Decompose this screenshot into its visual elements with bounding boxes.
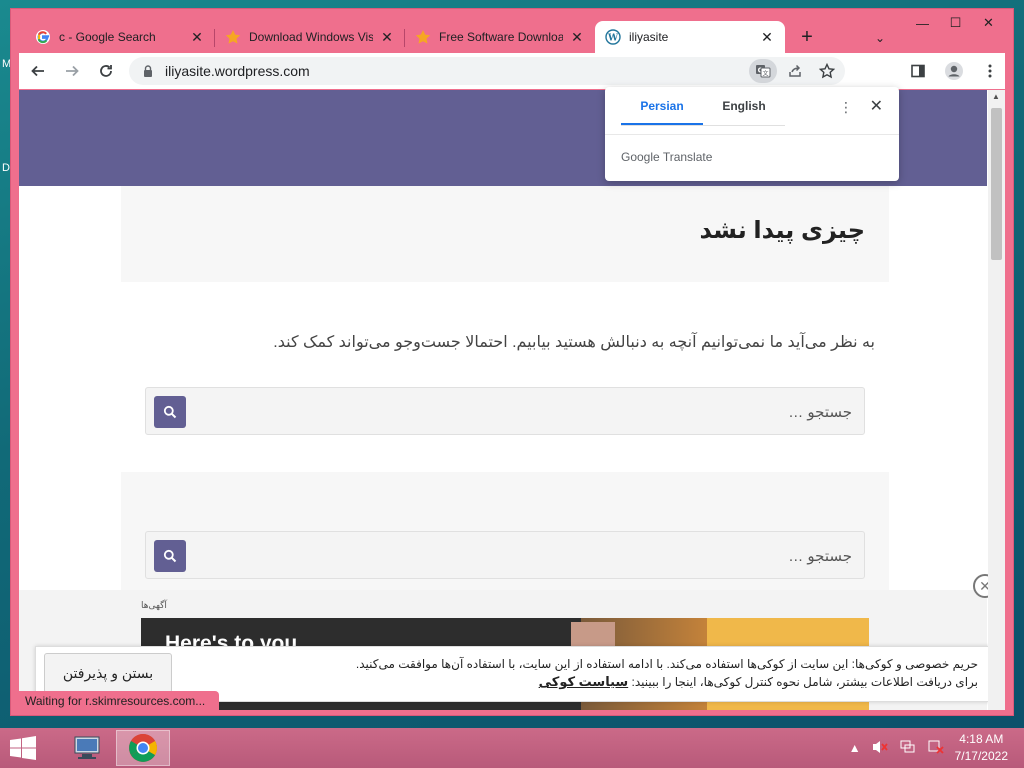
status-bubble: Waiting for r.skimresources.com...	[19, 691, 220, 711]
search-submit-button[interactable]	[154, 540, 186, 572]
search-submit-button[interactable]	[154, 396, 186, 428]
search-icon	[163, 405, 177, 419]
minimize-button[interactable]: —	[906, 11, 939, 35]
start-button[interactable]	[8, 736, 38, 760]
clock-time: 4:18 AM	[959, 732, 1004, 746]
browser-window: — ☐ ✕ c - Google Search ✕ Download Windo…	[10, 8, 1014, 716]
action-center-icon[interactable]	[927, 739, 945, 758]
arrow-left-icon	[31, 65, 44, 77]
scrollbar-thumb[interactable]	[991, 108, 1002, 260]
toolbar: iliyasite.wordpress.com G文	[19, 53, 1005, 89]
divider	[605, 134, 899, 135]
google-translate-logo: Google Translate	[621, 150, 713, 164]
translate-popup: Persian English ⋮ ✕ Google Translate	[605, 87, 899, 181]
tab-title: Download Windows Vis	[249, 30, 373, 44]
arrow-right-icon	[66, 65, 79, 77]
close-icon[interactable]: ✕	[189, 29, 205, 45]
show-hidden-icons-icon[interactable]: ▲	[849, 741, 861, 755]
star-icon	[225, 29, 241, 45]
profile-button[interactable]	[939, 56, 969, 86]
scrollbar[interactable]: ▲	[988, 90, 1005, 710]
kebab-menu-icon	[988, 64, 992, 78]
tab-search-button[interactable]: ⌄	[869, 27, 891, 49]
system-tray: ▲ 4:18 AM 7/17/2022	[849, 728, 1008, 768]
google-g-icon	[35, 29, 51, 45]
taskbar-app-explorer[interactable]	[60, 730, 114, 766]
clock-date: 7/17/2022	[954, 749, 1008, 763]
page-viewport: چیزی پیدا نشد به نظر می‌آید ما نمی‌توانی…	[19, 90, 1005, 710]
tab-iliyasite[interactable]: W iliyasite ✕	[595, 21, 785, 53]
volume-muted-icon[interactable]	[871, 739, 889, 758]
close-icon[interactable]: ✕	[759, 29, 775, 45]
address-bar[interactable]: iliyasite.wordpress.com G文	[129, 57, 845, 85]
tab-title: Free Software Downloa	[439, 30, 563, 44]
search-icon	[163, 549, 177, 563]
tab-english[interactable]: English	[703, 87, 785, 125]
chrome-icon	[129, 734, 157, 762]
share-icon[interactable]	[781, 59, 809, 83]
tab-title: c - Google Search	[59, 30, 156, 44]
close-window-button[interactable]: ✕	[972, 11, 1005, 35]
translate-language-tabs: Persian English	[621, 87, 785, 125]
omnibox-actions: G文	[749, 57, 841, 85]
window-controls: — ☐ ✕	[906, 11, 1005, 35]
reload-icon	[100, 65, 112, 77]
windows-logo-icon	[10, 736, 36, 760]
scroll-up-arrow-icon[interactable]: ▲	[992, 92, 1000, 101]
page-title: چیزی پیدا نشد	[699, 217, 865, 244]
desktop-icon-label: D	[2, 162, 10, 174]
tab-underline	[621, 125, 785, 126]
wordpress-icon: W	[605, 29, 621, 45]
side-panel-button[interactable]	[903, 56, 933, 86]
not-found-card: چیزی پیدا نشد	[121, 186, 889, 282]
cookie-text: حریم خصوصی و کوکی‌ها: این سایت از کوکی‌ه…	[198, 655, 978, 691]
cookie-text-line1: حریم خصوصی و کوکی‌ها: این سایت از کوکی‌ه…	[355, 657, 978, 671]
lock-icon	[144, 65, 152, 77]
accept-cookies-button[interactable]: بستن و پذیرفتن	[44, 653, 172, 693]
ad-label: آگهی‌ها	[141, 600, 167, 610]
tab-strip: c - Google Search ✕ Download Windows Vis…	[25, 21, 821, 53]
profile-icon	[945, 62, 963, 80]
taskbar: ▲ 4:18 AM 7/17/2022	[0, 728, 1024, 768]
search-input[interactable]: جستجو …	[788, 403, 852, 421]
cookie-policy-link[interactable]: سیاست کوکی	[539, 674, 629, 689]
close-icon[interactable]: ✕	[870, 96, 883, 116]
tab-title: iliyasite	[629, 30, 669, 44]
translate-icon[interactable]: G文	[749, 59, 777, 83]
search-form: جستجو …	[145, 387, 865, 435]
toolbar-right	[899, 56, 1005, 86]
tab-download-windows[interactable]: Download Windows Vis ✕	[215, 21, 405, 53]
reload-button[interactable]	[91, 56, 121, 86]
close-icon[interactable]: ✕	[379, 29, 395, 45]
clock[interactable]: 4:18 AM 7/17/2022	[955, 731, 1008, 765]
search-form-sidebar: جستجو …	[145, 531, 865, 579]
tab-free-software[interactable]: Free Software Downloa ✕	[405, 21, 595, 53]
forward-button[interactable]	[57, 56, 87, 86]
bookmark-star-icon[interactable]	[813, 59, 841, 83]
svg-text:文: 文	[762, 70, 768, 78]
cookie-text-line2: برای دریافت اطلاعات بیشتر، شامل نحوه کنت…	[198, 673, 978, 691]
close-icon[interactable]: ✕	[569, 29, 585, 45]
back-button[interactable]	[23, 56, 53, 86]
tab-persian[interactable]: Persian	[621, 87, 703, 125]
search-input[interactable]: جستجو …	[788, 547, 852, 565]
url-text: iliyasite.wordpress.com	[165, 63, 310, 79]
computer-icon	[74, 736, 100, 759]
maximize-button[interactable]: ☐	[939, 11, 972, 35]
network-icon[interactable]	[899, 739, 917, 758]
new-tab-button[interactable]: +	[793, 23, 821, 51]
menu-button[interactable]	[975, 56, 1005, 86]
tab-google-search[interactable]: c - Google Search ✕	[25, 21, 215, 53]
taskbar-app-chrome[interactable]	[116, 730, 170, 766]
not-found-description: به نظر می‌آید ما نمی‌توانیم آنچه به دنبا…	[273, 334, 875, 351]
cookie-text-line2-label: برای دریافت اطلاعات بیشتر، شامل نحوه کنت…	[631, 675, 978, 689]
svg-text:W: W	[607, 34, 619, 44]
more-options-icon[interactable]: ⋮	[839, 99, 853, 116]
side-panel-icon	[911, 64, 925, 78]
star-icon	[415, 29, 431, 45]
